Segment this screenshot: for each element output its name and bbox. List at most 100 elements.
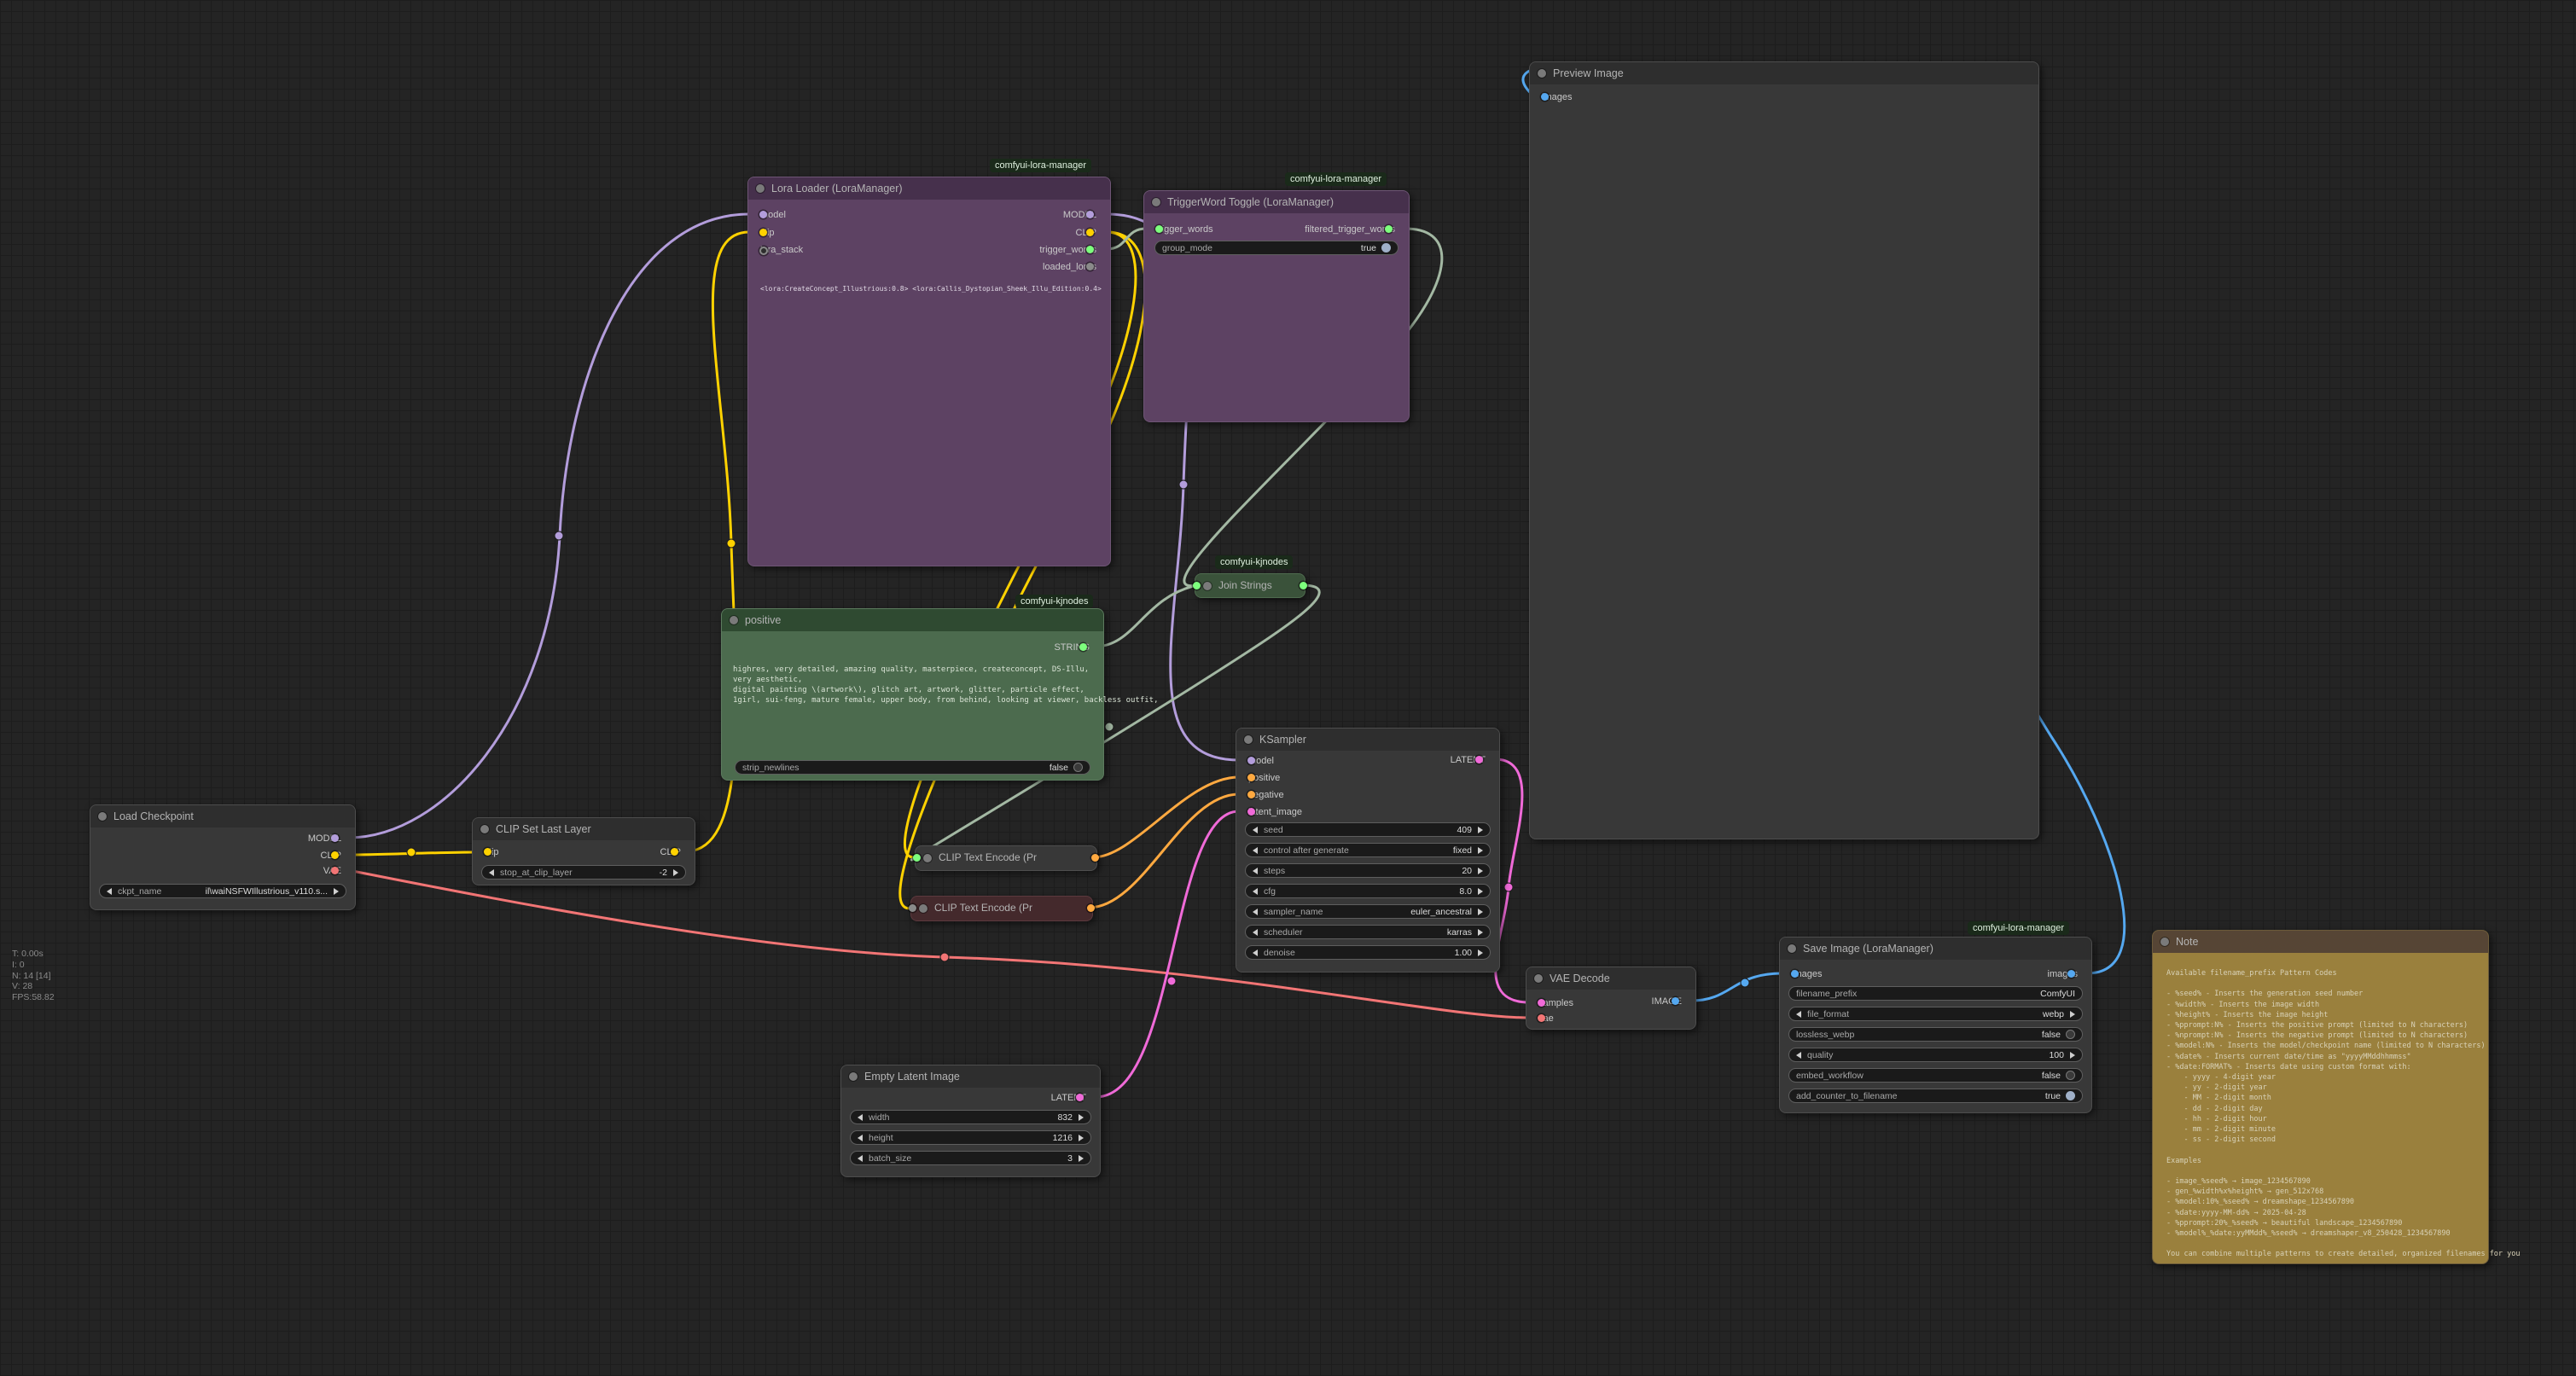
widget-seed[interactable]: seed409 [1245,822,1491,837]
node-join-strings[interactable]: Join Strings [1195,573,1305,598]
lora-syntax-text[interactable]: <lora:CreateConcept_Illustrious:0.8> <lo… [760,285,1102,293]
decrement-arrow-icon[interactable] [858,1135,863,1141]
collapse-dot[interactable] [1534,974,1543,983]
toggle-off-icon[interactable] [2066,1071,2075,1080]
negative-port[interactable] [1247,791,1255,798]
increment-arrow-icon[interactable] [673,869,678,876]
decrement-arrow-icon[interactable] [1253,888,1258,895]
widget-filename-prefix[interactable]: filename_prefixComfyUI [1788,986,2083,1001]
widget-lossless-webp[interactable]: lossless_webpfalse [1788,1027,2083,1042]
decrement-arrow-icon[interactable] [1253,827,1258,833]
increment-arrow-icon[interactable] [1478,847,1483,854]
widget-height[interactable]: height1216 [850,1130,1091,1145]
widget-denoise[interactable]: denoise1.00 [1245,945,1491,960]
node-clip-text-encode-negative[interactable]: CLIP Text Encode (Pr [910,896,1093,921]
increment-arrow-icon[interactable] [1478,949,1483,956]
decrement-arrow-icon[interactable] [1253,847,1258,854]
collapse-dot[interactable] [756,184,765,193]
node-save-image[interactable]: Save Image (LoraManager) images images f… [1779,937,2092,1113]
node-load-checkpoint[interactable]: Load Checkpoint MODEL CLIP VAE ckpt_name… [90,804,356,910]
toggle-off-icon[interactable] [2066,1030,2075,1039]
increment-arrow-icon[interactable] [1079,1135,1084,1141]
vae-port[interactable] [1538,1014,1545,1022]
collapsed-out-port[interactable] [1300,582,1307,589]
trigger-words-port[interactable] [1155,225,1163,233]
increment-arrow-icon[interactable] [1478,827,1483,833]
decrement-arrow-icon[interactable] [1253,929,1258,936]
latent-out-port[interactable] [1475,756,1483,763]
decrement-arrow-icon[interactable] [489,869,494,876]
string-out-port[interactable] [1079,643,1087,651]
node-clip-text-encode-positive[interactable]: CLIP Text Encode (Pr [915,845,1097,871]
collapse-dot[interactable] [2160,938,2169,946]
node-triggerword-toggle[interactable]: TriggerWord Toggle (LoraManager) trigger… [1143,190,1410,422]
model-out-port[interactable] [331,834,339,842]
collapse-dot[interactable] [849,1072,858,1081]
widget-control-after-generate[interactable]: control after generatefixed [1245,843,1491,857]
collapse-dot[interactable] [480,825,489,833]
decrement-arrow-icon[interactable] [1253,868,1258,874]
latent-out-port[interactable] [1076,1094,1084,1101]
decrement-arrow-icon[interactable] [107,888,112,895]
vae-out-port[interactable] [331,867,339,874]
decrement-arrow-icon[interactable] [1253,909,1258,915]
node-vae-decode[interactable]: VAE Decode samples vae IMAGE [1526,967,1696,1030]
widget-stop-at-clip-layer[interactable]: stop_at_clip_layer-2 [481,865,686,880]
collapsed-out-port[interactable] [1087,904,1095,912]
widget-cfg[interactable]: cfg8.0 [1245,884,1491,898]
loaded-loras-out-port[interactable] [1086,263,1094,270]
filtered-trigger-words-port[interactable] [1385,225,1393,233]
widget-width[interactable]: width832 [850,1110,1091,1124]
node-positive-prompt[interactable]: positive STRING highres, very detailed, … [721,608,1104,781]
decrement-arrow-icon[interactable] [858,1155,863,1162]
increment-arrow-icon[interactable] [2070,1011,2075,1018]
model-port[interactable] [759,211,767,218]
clip-out-port[interactable] [671,848,678,856]
positive-port[interactable] [1247,774,1255,781]
toggle-on-icon[interactable] [1381,243,1391,253]
collapsed-out-port[interactable] [1091,854,1099,862]
trigger-words-out-port[interactable] [1086,246,1094,253]
clip-out-port[interactable] [331,851,339,859]
toggle-off-icon[interactable] [1073,763,1083,772]
model-port[interactable] [1247,757,1255,764]
collapse-dot[interactable] [919,904,927,913]
toggle-on-icon[interactable] [2066,1091,2075,1100]
samples-port[interactable] [1538,999,1545,1007]
widget-scheduler[interactable]: schedulerkarras [1245,925,1491,939]
increment-arrow-icon[interactable] [1079,1114,1084,1121]
node-titlebar[interactable] [2153,931,2488,953]
widget-group-mode[interactable]: group_mode true [1154,241,1398,255]
clip-port[interactable] [484,848,491,856]
widget-ckpt-name[interactable]: ckpt_nameil\waiNSFWIllustrious_v110.s... [99,884,346,898]
widget-batch-size[interactable]: batch_size3 [850,1151,1091,1165]
widget-steps[interactable]: steps20 [1245,863,1491,878]
image-out-port[interactable] [1672,997,1679,1005]
collapse-dot[interactable] [1152,198,1160,206]
lora-stack-port[interactable] [759,247,768,255]
decrement-arrow-icon[interactable] [858,1114,863,1121]
node-graph-canvas[interactable]: T: 0.00sI: 0N: 14 [14] V: 28FPS:58.82 Pr… [0,0,2576,1376]
model-out-port[interactable] [1086,211,1094,218]
decrement-arrow-icon[interactable] [1796,1052,1801,1059]
images-port[interactable] [1541,93,1549,101]
node-clip-set-last-layer[interactable]: CLIP Set Last Layer clip CLIP stop_at_cl… [472,817,695,885]
collapsed-in-port[interactable] [913,854,921,862]
latent-image-port[interactable] [1247,808,1255,816]
node-preview-image[interactable]: Preview Image images [1529,61,2039,839]
decrement-arrow-icon[interactable] [1253,949,1258,956]
collapse-dot[interactable] [98,812,107,821]
widget-quality[interactable]: quality100 [1788,1048,2083,1062]
collapsed-in-port[interactable] [1193,582,1201,589]
node-empty-latent-image[interactable]: Empty Latent Image LATENT width832 heigh… [840,1065,1101,1177]
widget-add-counter-to-filename[interactable]: add_counter_to_filenametrue [1788,1089,2083,1103]
widget-strip-newlines[interactable]: strip_newlines false [735,760,1090,775]
widget-file-format[interactable]: file_formatwebp [1788,1007,2083,1021]
clip-port[interactable] [759,229,767,236]
clip-out-port[interactable] [1086,229,1094,236]
collapse-dot[interactable] [730,616,738,624]
node-ksampler[interactable]: KSampler model positive negative latent_… [1236,728,1500,972]
increment-arrow-icon[interactable] [1478,909,1483,915]
decrement-arrow-icon[interactable] [1796,1011,1801,1018]
increment-arrow-icon[interactable] [1478,929,1483,936]
